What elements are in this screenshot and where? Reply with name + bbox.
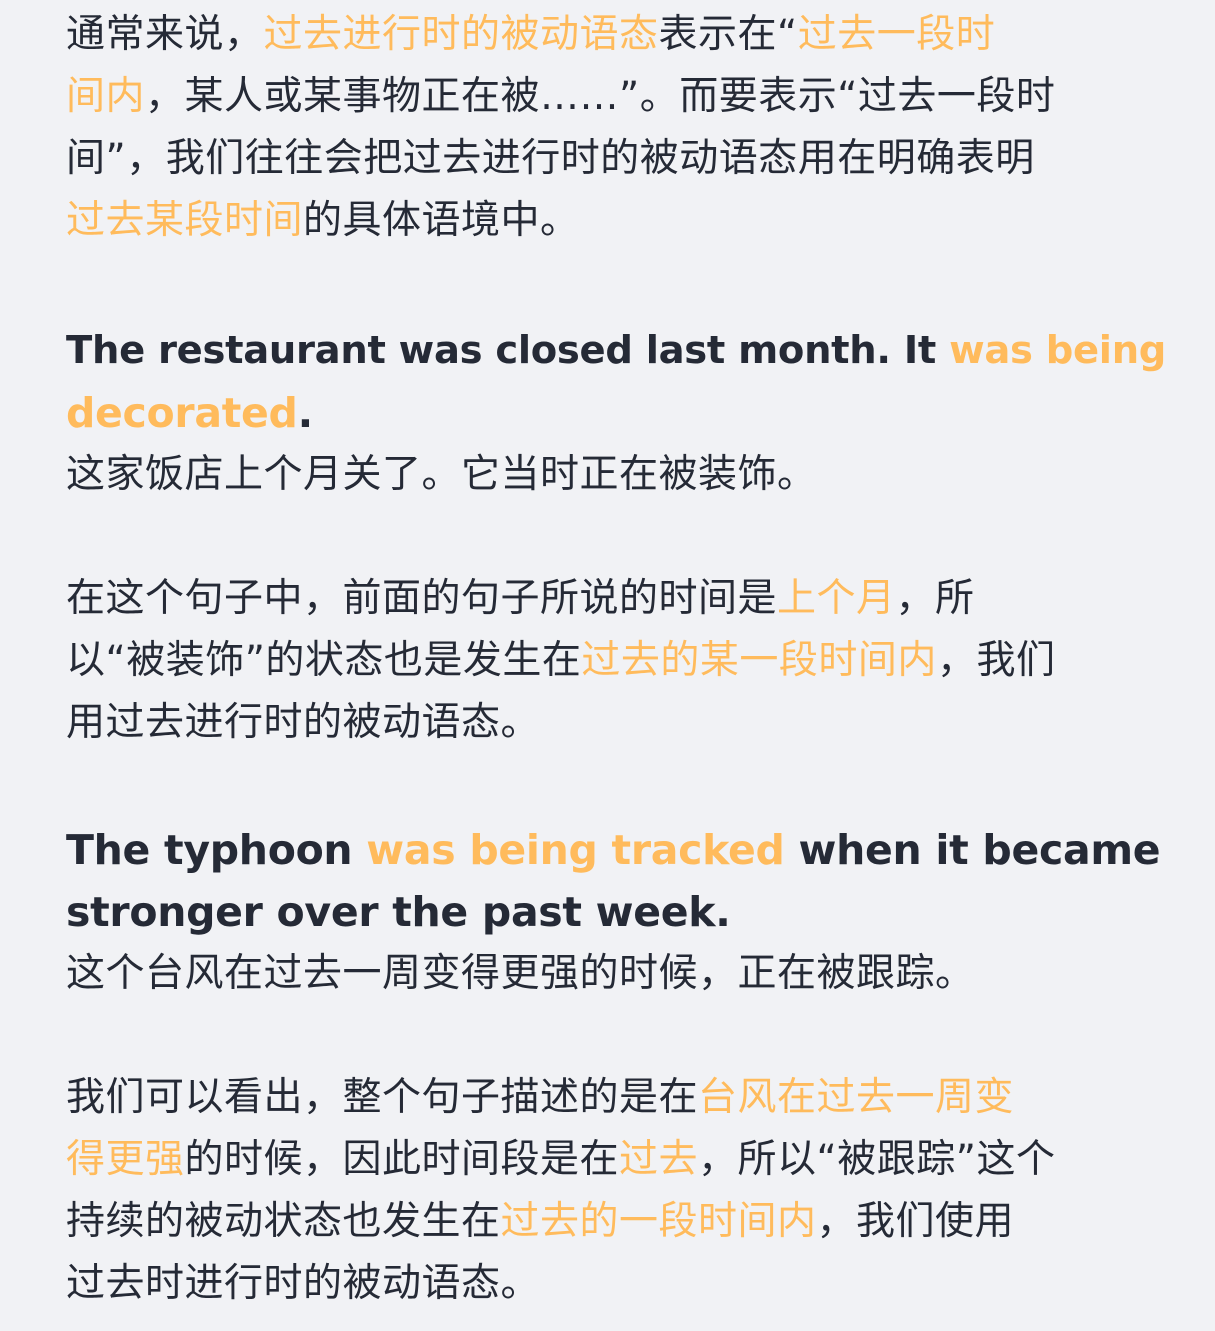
highlight-segment: 过去的一段时间内 — [500, 1199, 817, 1244]
text-segment: ，我们使用 — [816, 1199, 1015, 1244]
text-segment: ，我们 — [936, 638, 1056, 683]
text-line: decorated. — [66, 382, 1166, 444]
example-sentence-1: The restaurant was closed last month. It… — [66, 320, 1166, 444]
highlight-segment: was being — [949, 328, 1167, 373]
text-segment: 的具体语境中。 — [303, 198, 580, 243]
text-segment: ，某人或某事物正在被……”。而要表示“过去一段时 — [145, 74, 1056, 119]
highlight-segment: 间内 — [66, 74, 146, 119]
text-line: 用过去进行时的被动语态。 — [66, 692, 1166, 754]
text-line: The typhoon was being tracked when it be… — [66, 819, 1166, 881]
highlight-segment: decorated — [66, 389, 298, 437]
text-segment: 以“被装饰”的状态也是发生在 — [66, 638, 582, 683]
highlight-segment: was being tracked — [366, 826, 785, 874]
text-line: 过去时进行时的被动语态。 — [66, 1253, 1166, 1315]
text-line: 在这个句子中，前面的句子所说的时间是上个月，所 — [66, 568, 1166, 630]
text-line: 通常来说，过去进行时的被动语态表示在“过去一段时 — [66, 4, 1166, 66]
highlight-segment: 过去 — [619, 1137, 699, 1182]
explanation-paragraph-1: 通常来说，过去进行时的被动语态表示在“过去一段时 间内，某人或某事物正在被……”… — [66, 4, 1166, 252]
text-segment: 我们可以看出，整个句子描述的是在 — [66, 1075, 699, 1120]
text-segment: 用过去进行时的被动语态。 — [66, 700, 541, 745]
text-line: 过去某段时间的具体语境中。 — [66, 190, 1166, 252]
text-line: stronger over the past week. — [66, 881, 1166, 943]
grammar-article: 通常来说，过去进行时的被动语态表示在“过去一段时 间内，某人或某事物正在被……”… — [0, 0, 1215, 1331]
text-segment: ，所以“被跟踪”这个 — [698, 1137, 1056, 1182]
text-segment: 过去时进行时的被动语态。 — [66, 1261, 541, 1306]
text-segment: when it became — [784, 826, 1161, 874]
highlight-segment: 得更强 — [66, 1137, 185, 1182]
text-line: 间”，我们往往会把过去进行时的被动语态用在明确表明 — [66, 128, 1166, 190]
highlight-segment: 过去一段时 — [797, 12, 996, 57]
text-segment: 的时候，因此时间段是在 — [184, 1137, 620, 1182]
text-segment: 持续的被动状态也发生在 — [66, 1199, 501, 1244]
example-translation-1: 这家饭店上个月关了。它当时正在被装饰。 — [66, 444, 1166, 506]
highlight-segment: 过去的某一段时间内 — [581, 638, 937, 683]
text-line: 间内，某人或某事物正在被……”。而要表示“过去一段时 — [66, 66, 1166, 128]
explanation-paragraph-3: 我们可以看出，整个句子描述的是在台风在过去一周变 得更强的时候，因此时间段是在过… — [66, 1067, 1166, 1315]
text-segment: stronger over the past week. — [66, 888, 731, 936]
explanation-paragraph-2: 在这个句子中，前面的句子所说的时间是上个月，所 以“被装饰”的状态也是发生在过去… — [66, 568, 1166, 754]
text-line: 持续的被动状态也发生在过去的一段时间内，我们使用 — [66, 1191, 1166, 1253]
text-line: The restaurant was closed last month. It… — [66, 320, 1166, 382]
text-line: 得更强的时候，因此时间段是在过去，所以“被跟踪”这个 — [66, 1129, 1166, 1191]
highlight-segment: 过去进行时的被动语态 — [263, 12, 659, 57]
text-segment: 表示在“ — [658, 12, 798, 57]
text-segment: 在这个句子中，前面的句子所说的时间是 — [66, 576, 778, 621]
text-segment: . — [297, 389, 314, 437]
text-segment: ，所 — [895, 576, 975, 621]
text-segment: The restaurant was closed last month. It — [66, 328, 950, 373]
text-segment: The typhoon — [66, 826, 367, 874]
highlight-segment: 台风在过去一周变 — [698, 1075, 1015, 1120]
text-line: 我们可以看出，整个句子描述的是在台风在过去一周变 — [66, 1067, 1166, 1129]
translation-text: 这个台风在过去一周变得更强的时候，正在被跟踪。 — [66, 951, 975, 996]
text-segment: 通常来说， — [66, 12, 264, 57]
example-sentence-2: The typhoon was being tracked when it be… — [66, 819, 1166, 943]
text-segment: 间”，我们往往会把过去进行时的被动语态用在明确表明 — [66, 136, 1035, 181]
translation-text: 这家饭店上个月关了。它当时正在被装饰。 — [66, 452, 817, 497]
example-translation-2: 这个台风在过去一周变得更强的时候，正在被跟踪。 — [66, 943, 1166, 1005]
highlight-segment: 上个月 — [777, 576, 896, 621]
text-line: 以“被装饰”的状态也是发生在过去的某一段时间内，我们 — [66, 630, 1166, 692]
highlight-segment: 过去某段时间 — [66, 198, 304, 243]
